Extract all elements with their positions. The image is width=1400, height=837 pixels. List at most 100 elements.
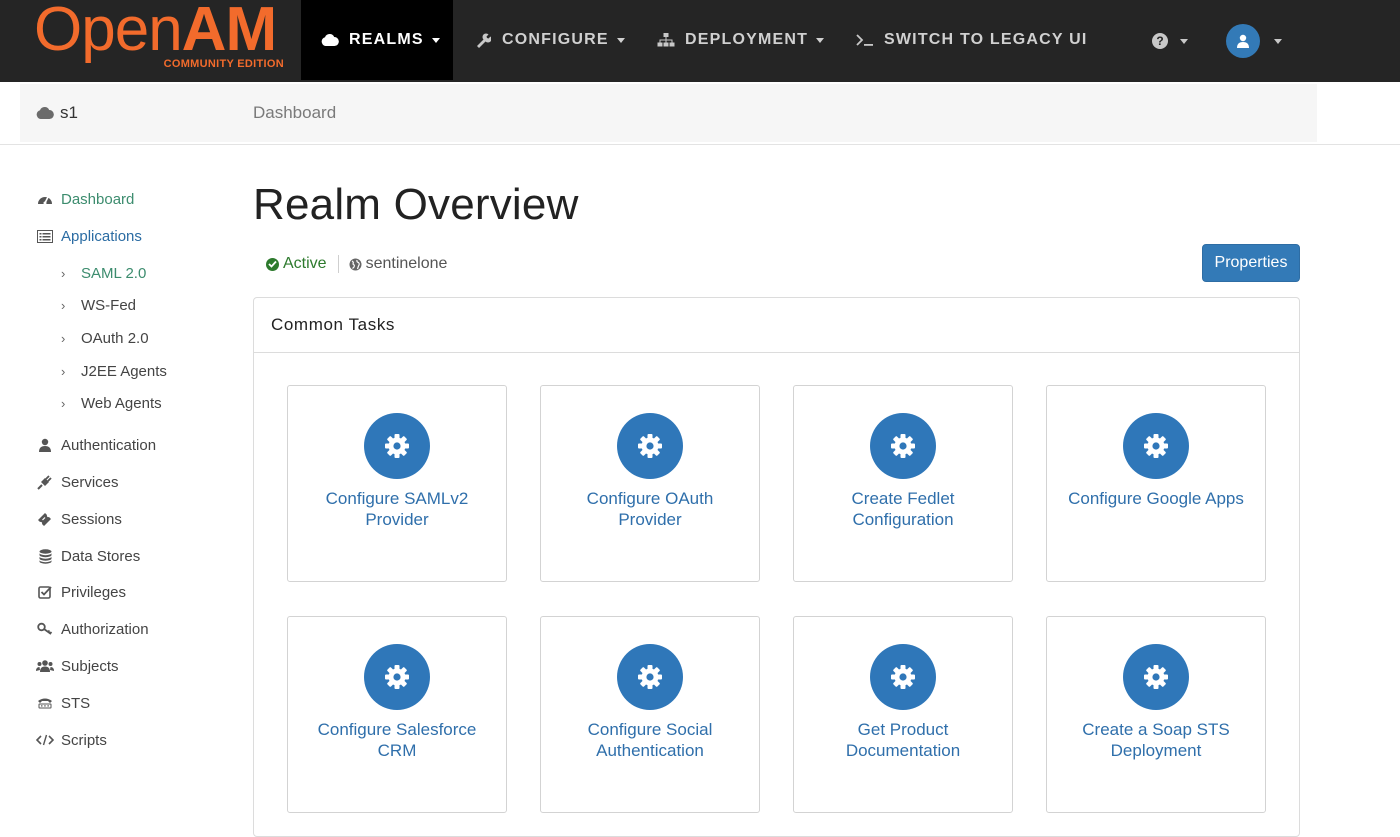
sidebar-item-label: Authorization	[61, 620, 149, 638]
gear-icon	[1123, 413, 1189, 479]
task-configure-salesforce[interactable]: Configure Salesforce CRM	[287, 616, 507, 813]
chevron-down-icon	[1180, 38, 1188, 44]
realm-alias: sentinelone	[349, 255, 447, 273]
list-icon	[36, 228, 54, 244]
task-configure-samlv2[interactable]: Configure SAMLv2 Provider	[287, 385, 507, 582]
key-icon	[36, 621, 54, 637]
sidebar-item-label: Authentication	[61, 436, 157, 454]
task-label: Configure Salesforce CRM	[317, 720, 477, 760]
sidebar-item-scripts[interactable]: Scripts	[36, 728, 107, 752]
code-icon	[36, 732, 54, 748]
nav-switch-legacy[interactable]: SWITCH TO LEGACY UI	[856, 0, 1088, 80]
gear-icon	[364, 413, 430, 479]
sidebar-item-dashboard[interactable]: Dashboard	[36, 187, 134, 211]
status-label: Active	[283, 255, 327, 272]
sidebar-item-web-agents[interactable]: › Web Agents	[61, 391, 162, 415]
gear-icon	[1123, 644, 1189, 710]
gear-icon	[617, 644, 683, 710]
chevron-right-icon: ›	[61, 395, 66, 411]
task-label: Configure SAMLv2 Provider	[325, 489, 469, 529]
cloud-icon	[36, 107, 54, 119]
chevron-right-icon: ›	[61, 297, 66, 313]
nav-realms[interactable]: REALMS	[301, 0, 453, 80]
sidebar-item-label: Data Stores	[61, 547, 141, 565]
chevron-right-icon: ›	[61, 265, 66, 281]
realm-status-row: Active sentinelone	[266, 252, 447, 276]
chevron-down-icon	[816, 37, 825, 43]
nav-configure-label: CONFIGURE	[502, 31, 609, 48]
realm-name: s1	[60, 103, 78, 122]
sidebar-item-saml[interactable]: › SAML 2.0	[61, 261, 146, 285]
task-product-documentation[interactable]: Get Product Documentation	[793, 616, 1013, 813]
task-label: Configure Google Apps	[1068, 489, 1244, 508]
divider	[337, 255, 339, 273]
chevron-down-icon	[431, 37, 440, 43]
task-label: Configure Social Authentication	[587, 720, 713, 760]
nav-realms-label: REALMS	[349, 31, 424, 48]
top-navbar: OpenAM COMMUNITY EDITION REALMS CONFIGUR…	[0, 0, 1400, 82]
task-configure-oauth[interactable]: Configure OAuth Provider	[540, 385, 760, 582]
sidebar-item-subjects[interactable]: Subjects	[36, 654, 119, 678]
sidebar-item-authentication[interactable]: Authentication	[36, 433, 156, 457]
database-icon	[36, 548, 54, 564]
divider	[0, 144, 1400, 145]
task-label: Get Product Documentation	[845, 720, 961, 760]
breadcrumb: Dashboard	[253, 103, 337, 122]
properties-button[interactable]: Properties	[1202, 244, 1300, 282]
task-label: Configure OAuth Provider	[586, 489, 714, 529]
sidebar-item-label: Scripts	[61, 731, 107, 749]
sidebar-item-oauth[interactable]: › OAuth 2.0	[61, 326, 149, 350]
task-configure-social-auth[interactable]: Configure Social Authentication	[540, 616, 760, 813]
sidebar-item-label: STS	[61, 694, 91, 712]
user-icon	[36, 437, 54, 453]
sidebar-item-label: Web Agents	[81, 394, 162, 412]
nav-configure[interactable]: CONFIGURE	[474, 0, 625, 80]
sidebar-item-data-stores[interactable]: Data Stores	[36, 544, 140, 568]
user-icon	[1237, 34, 1249, 48]
task-label: Create a Soap STS Deployment	[1082, 720, 1230, 760]
user-menu[interactable]	[1226, 24, 1282, 58]
wrench-icon	[474, 32, 492, 48]
task-configure-google-apps[interactable]: Configure Google Apps	[1046, 385, 1266, 582]
common-tasks-panel: Common Tasks Configure SAMLv2 Provider Co…	[253, 297, 1300, 837]
sidebar-item-label: WS-Fed	[81, 296, 137, 314]
gear-icon	[870, 413, 936, 479]
nav-deployment[interactable]: DEPLOYMENT	[657, 0, 825, 80]
sidebar-item-sessions[interactable]: Sessions	[36, 507, 122, 531]
gear-icon	[617, 413, 683, 479]
sidebar-item-j2ee-agents[interactable]: › J2EE Agents	[61, 359, 167, 383]
realm-breadcrumb-bar: s1 Dashboard	[20, 84, 1317, 142]
logo-edition: COMMUNITY EDITION	[163, 58, 284, 70]
realm-selector[interactable]: s1	[36, 84, 78, 142]
sidebar-item-authorization[interactable]: Authorization	[36, 617, 149, 641]
status-badge: Active	[266, 255, 327, 273]
nav-switch-legacy-label: SWITCH TO LEGACY UI	[884, 31, 1088, 48]
openam-logo[interactable]: OpenAM COMMUNITY EDITION	[34, 0, 286, 75]
page-title: Realm Overview	[253, 180, 579, 229]
question-circle-icon: ?	[1152, 33, 1168, 49]
sidebar-item-sts[interactable]: STS	[36, 691, 90, 715]
sidebar-item-privileges[interactable]: Privileges	[36, 580, 126, 604]
check-circle-icon	[266, 257, 279, 271]
chevron-down-icon	[1274, 38, 1282, 44]
cloud-icon	[321, 32, 339, 48]
task-create-soap-sts[interactable]: Create a Soap STS Deployment	[1046, 616, 1266, 813]
chevron-right-icon: ›	[61, 363, 66, 379]
task-create-fedlet[interactable]: Create Fedlet Configuration	[793, 385, 1013, 582]
avatar	[1226, 24, 1260, 58]
chevron-right-icon: ›	[61, 330, 66, 346]
plug-icon	[36, 474, 54, 490]
panel-title: Common Tasks	[254, 298, 1299, 353]
sidebar-item-wsfed[interactable]: › WS-Fed	[61, 293, 136, 317]
sidebar-item-label: Subjects	[61, 657, 119, 675]
check-square-icon	[36, 584, 54, 600]
sidebar-item-services[interactable]: Services	[36, 470, 119, 494]
logo-wordmark: OpenAM	[34, 0, 277, 64]
help-menu[interactable]: ?	[1152, 28, 1188, 54]
sidebar-item-label: Applications	[61, 227, 142, 245]
terminal-icon	[856, 32, 874, 48]
sidebar-item-applications[interactable]: Applications	[36, 224, 142, 248]
tty-icon	[36, 695, 54, 711]
sidebar-item-label: OAuth 2.0	[81, 329, 149, 347]
nav-deployment-label: DEPLOYMENT	[685, 31, 809, 48]
